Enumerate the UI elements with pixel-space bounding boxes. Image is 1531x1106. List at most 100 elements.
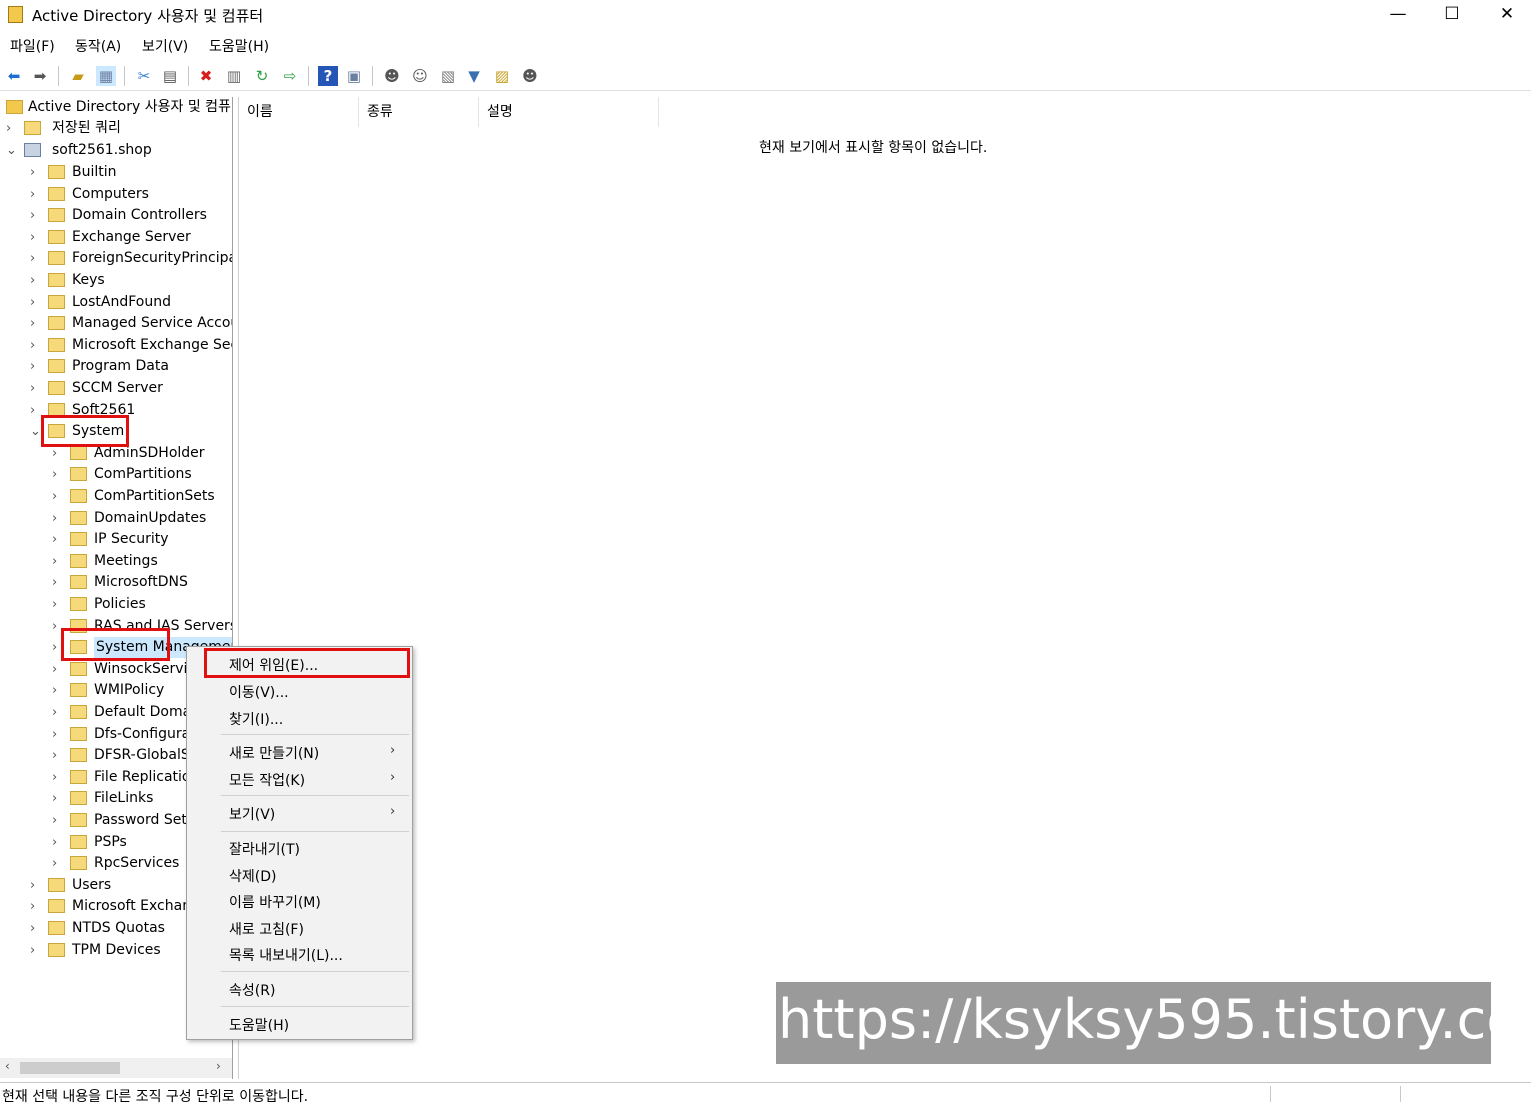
expand-icon[interactable]: ›	[30, 270, 42, 291]
tree-item[interactable]: › Builtin	[30, 162, 232, 183]
tree-root[interactable]: Active Directory 사용자 및 컴퓨터	[0, 97, 232, 118]
column-header-type[interactable]: 종류	[359, 97, 479, 127]
tree-item[interactable]: › ComPartitionSets	[52, 486, 232, 507]
cut-icon[interactable]: ✂	[134, 66, 154, 86]
context-menu-item[interactable]: 이동(V)...	[229, 682, 289, 702]
tree-domain[interactable]: ⌄ soft2561.shop	[6, 140, 232, 161]
tree-item[interactable]: › DomainUpdates	[52, 508, 232, 529]
expand-icon[interactable]: ›	[52, 724, 64, 745]
expand-icon[interactable]: ›	[52, 853, 64, 874]
properties-icon[interactable]: ▥	[224, 66, 244, 86]
expand-icon[interactable]: ›	[52, 767, 64, 788]
expand-icon[interactable]: ›	[30, 896, 42, 917]
expand-icon[interactable]: ›	[30, 378, 42, 399]
expand-icon[interactable]: ›	[52, 572, 64, 593]
back-icon[interactable]: ⬅	[4, 66, 24, 86]
menu-view[interactable]: 보기(V)	[142, 36, 188, 56]
expand-icon[interactable]: ›	[52, 745, 64, 766]
expand-icon[interactable]: ›	[30, 227, 42, 248]
tree-item[interactable]: › Keys	[30, 270, 232, 291]
result-list[interactable]: 이름 종류 설명 현재 보기에서 표시할 항목이 없습니다.	[238, 97, 1531, 1079]
column-header-name[interactable]: 이름	[239, 97, 359, 127]
expand-icon[interactable]: ›	[30, 356, 42, 377]
new-user-icon[interactable]: ☻	[382, 66, 402, 86]
expand-icon[interactable]: ›	[30, 875, 42, 896]
context-menu-item[interactable]: 보기(V)	[229, 804, 275, 824]
context-menu-item[interactable]: 속성(R)	[229, 980, 275, 1000]
column-header-description[interactable]: 설명	[479, 97, 659, 127]
expand-icon[interactable]: ›	[52, 464, 64, 485]
expand-icon[interactable]: ›	[52, 551, 64, 572]
expand-icon[interactable]: ›	[52, 680, 64, 701]
expand-icon[interactable]: ›	[30, 292, 42, 313]
filter-icon[interactable]: ▼	[464, 66, 484, 86]
context-menu-item[interactable]: 이름 바꾸기(M)	[229, 892, 321, 912]
tree-item[interactable]: › Meetings	[52, 551, 232, 572]
menu-file[interactable]: 파일(F)	[10, 36, 55, 56]
expand-icon[interactable]: ›	[52, 594, 64, 615]
expand-icon[interactable]: ›	[30, 940, 42, 961]
find-icon[interactable]: ▨	[492, 66, 512, 86]
tree-horizontal-scrollbar[interactable]: ‹ ›	[0, 1058, 232, 1078]
tree-item[interactable]: › MicrosoftDNS	[52, 572, 232, 593]
tree-saved-queries[interactable]: › 저장된 쿼리	[6, 118, 232, 139]
expand-icon[interactable]: ›	[52, 529, 64, 550]
tree-item[interactable]: › Policies	[52, 594, 232, 615]
context-menu-item[interactable]: 도움말(H)	[229, 1015, 289, 1035]
expand-icon[interactable]: ›	[52, 702, 64, 723]
tree-item[interactable]: › Managed Service Accounts	[30, 313, 232, 334]
tree-item[interactable]: › Program Data	[30, 356, 232, 377]
new-ou-icon[interactable]: ▧	[438, 66, 458, 86]
refresh-icon[interactable]: ↻	[252, 66, 272, 86]
expand-icon[interactable]: ›	[30, 335, 42, 356]
forward-icon[interactable]: ➡	[30, 66, 50, 86]
up-folder-icon[interactable]: ▰	[68, 66, 88, 86]
expand-icon[interactable]: ›	[52, 788, 64, 809]
expand-icon[interactable]: ›	[52, 486, 64, 507]
collapse-icon[interactable]: ⌄	[6, 140, 18, 161]
tree-item[interactable]: › ForeignSecurityPrincipals	[30, 248, 232, 269]
expand-icon[interactable]: ›	[6, 118, 18, 139]
context-menu-item[interactable]: 새로 고침(F)	[229, 919, 304, 939]
context-menu-item[interactable]: 찾기(I)...	[229, 709, 283, 729]
close-button[interactable]: ✕	[1484, 0, 1530, 30]
context-menu-item[interactable]: 모든 작업(K)	[229, 770, 305, 790]
tree-item[interactable]: › Microsoft Exchange Security Groups	[30, 335, 232, 356]
copy-icon[interactable]: ▤	[160, 66, 180, 86]
new-group-icon[interactable]: ☺	[410, 66, 430, 86]
export-list-icon[interactable]: ⇨	[280, 66, 300, 86]
scroll-thumb[interactable]	[20, 1062, 120, 1074]
expand-icon[interactable]: ›	[30, 184, 42, 205]
context-menu-item[interactable]: 목록 내보내기(L)...	[229, 945, 343, 965]
scroll-left-icon[interactable]: ‹	[5, 1059, 10, 1073]
tree-item[interactable]: › Domain Controllers	[30, 205, 232, 226]
context-menu-item[interactable]: 잘라내기(T)	[229, 839, 300, 859]
minimize-button[interactable]: —	[1375, 0, 1421, 30]
menu-action[interactable]: 동작(A)	[75, 36, 121, 56]
tree-item[interactable]: › IP Security	[52, 529, 232, 550]
delete-icon[interactable]: ✖	[196, 66, 216, 86]
show-console-tree-icon[interactable]: ▦	[96, 66, 116, 86]
help-icon[interactable]: ?	[318, 66, 338, 86]
tree-item[interactable]: › SCCM Server	[30, 378, 232, 399]
add-to-group-icon[interactable]: ☻	[520, 66, 540, 86]
tree-item[interactable]: › Computers	[30, 184, 232, 205]
tree-item[interactable]: › ComPartitions	[52, 464, 232, 485]
maximize-button[interactable]: ☐	[1429, 0, 1475, 30]
context-menu-item[interactable]: 새로 만들기(N)	[229, 743, 319, 763]
scroll-right-icon[interactable]: ›	[216, 1059, 221, 1073]
context-menu-item[interactable]: 삭제(D)	[229, 866, 276, 886]
console-icon[interactable]: ▣	[344, 66, 364, 86]
expand-icon[interactable]: ›	[30, 313, 42, 334]
tree-item[interactable]: › LostAndFound	[30, 292, 232, 313]
expand-icon[interactable]: ›	[30, 205, 42, 226]
expand-icon[interactable]: ›	[52, 659, 64, 680]
expand-icon[interactable]: ›	[52, 508, 64, 529]
expand-icon[interactable]: ›	[30, 248, 42, 269]
menu-help[interactable]: 도움말(H)	[209, 36, 269, 56]
expand-icon[interactable]: ›	[52, 832, 64, 853]
expand-icon[interactable]: ›	[30, 162, 42, 183]
tree-item[interactable]: › Exchange Server	[30, 227, 232, 248]
expand-icon[interactable]: ›	[52, 810, 64, 831]
expand-icon[interactable]: ›	[30, 918, 42, 939]
